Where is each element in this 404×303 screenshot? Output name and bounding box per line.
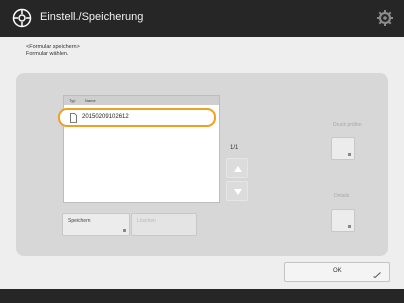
print-check-button[interactable] bbox=[331, 137, 355, 160]
title-bar: Einstell./Speicherung bbox=[0, 0, 404, 37]
details-label: Details bbox=[334, 193, 350, 199]
arrow-down-icon bbox=[234, 189, 242, 195]
instructions: <Formular speichern> Formular wählen. bbox=[26, 44, 80, 58]
scroll-up-button[interactable] bbox=[226, 158, 248, 178]
ok-button-label: OK bbox=[333, 268, 342, 274]
submenu-corner-icon bbox=[348, 225, 351, 228]
submenu-corner-icon bbox=[123, 229, 126, 232]
scroll-down-button[interactable] bbox=[226, 181, 248, 201]
delete-button-label: Löschen bbox=[137, 218, 156, 224]
list-header: Typ Name bbox=[64, 96, 219, 105]
delete-button[interactable]: Löschen bbox=[131, 213, 197, 236]
bottom-bar bbox=[0, 289, 404, 303]
details-button[interactable] bbox=[331, 209, 355, 232]
arrow-up-icon bbox=[234, 166, 242, 172]
form-list[interactable]: Typ Name 20150209102612 bbox=[58, 95, 220, 203]
list-item[interactable]: 20150209102612 bbox=[58, 108, 216, 127]
item-name: 20150209102612 bbox=[82, 114, 129, 120]
checkmark-icon bbox=[373, 272, 381, 278]
submenu-corner-icon bbox=[348, 153, 351, 156]
page-title: Einstell./Speicherung bbox=[40, 11, 144, 23]
page-indicator: 1/1 bbox=[230, 145, 239, 151]
column-header-name: Name bbox=[85, 98, 96, 103]
instruction-line: <Formular speichern> bbox=[26, 44, 80, 50]
instruction-line: Formular wählen. bbox=[26, 51, 69, 57]
save-button-label: Speichern bbox=[68, 218, 91, 224]
document-icon bbox=[70, 113, 77, 123]
save-button[interactable]: Speichern bbox=[62, 213, 130, 236]
print-check-label: Druck prüfen bbox=[333, 122, 362, 128]
settings-registration-icon bbox=[12, 8, 32, 28]
ok-button[interactable]: OK bbox=[284, 262, 390, 282]
gear-icon[interactable] bbox=[376, 9, 394, 27]
column-header-type: Typ bbox=[69, 98, 76, 103]
